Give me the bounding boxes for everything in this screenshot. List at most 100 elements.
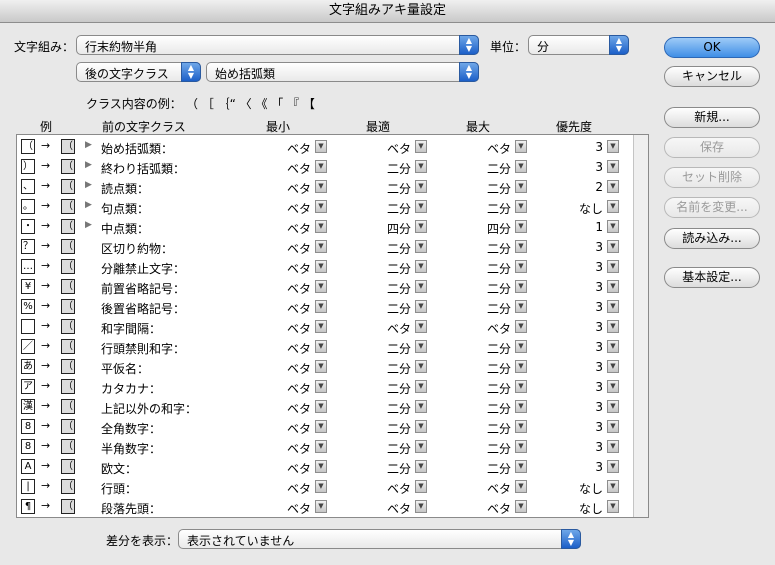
max-select[interactable]: 二分 ▼ bbox=[455, 340, 527, 357]
priority-select[interactable]: 3 ▼ bbox=[547, 460, 619, 474]
unit-select[interactable]: 分 ▲ ▼ bbox=[528, 35, 629, 55]
priority-select[interactable]: 3 ▼ bbox=[547, 440, 619, 454]
table-row[interactable]: 8 → （全角数字： ベタ ▼ 二分 ▼ 二分 ▼ 3 ▼ bbox=[17, 417, 635, 437]
opt-select[interactable]: ベタ ▼ bbox=[355, 480, 427, 497]
disclosure-triangle-icon[interactable]: ▶ bbox=[85, 180, 92, 190]
table-row[interactable]: ¶ → （ 段落先頭： ベタ ▼ ベタ ▼ ベタ ▼ なし ▼ bbox=[17, 497, 635, 517]
table-row[interactable]: 8 → （半角数字： ベタ ▼ 二分 ▼ 二分 ▼ 3 ▼ bbox=[17, 437, 635, 457]
priority-select[interactable]: 3 ▼ bbox=[547, 240, 619, 254]
opt-select[interactable]: 二分 ▼ bbox=[355, 440, 427, 457]
opt-select[interactable]: 二分 ▼ bbox=[355, 380, 427, 397]
min-select[interactable]: ベタ ▼ bbox=[255, 240, 327, 257]
min-select[interactable]: ベタ ▼ bbox=[255, 280, 327, 297]
priority-select[interactable]: 2 ▼ bbox=[547, 180, 619, 194]
max-select[interactable]: 二分 ▼ bbox=[455, 460, 527, 477]
table-row[interactable]: | → （ 行頭： ベタ ▼ ベタ ▼ ベタ ▼ なし ▼ bbox=[17, 477, 635, 497]
new-button[interactable]: 新規... bbox=[664, 107, 760, 128]
max-select[interactable]: ベタ ▼ bbox=[455, 500, 527, 517]
table-row[interactable]: ） → （▶ 終わり括弧類： ベタ ▼ 二分 ▼ 二分 ▼ 3 ▼ bbox=[17, 157, 635, 177]
opt-select[interactable]: 二分 ▼ bbox=[355, 160, 427, 177]
min-select[interactable]: ベタ ▼ bbox=[255, 220, 327, 237]
table-scrollbar[interactable] bbox=[633, 135, 648, 517]
min-select[interactable]: ベタ ▼ bbox=[255, 320, 327, 337]
min-select[interactable]: ベタ ▼ bbox=[255, 400, 327, 417]
min-select[interactable]: ベタ ▼ bbox=[255, 420, 327, 437]
opt-select[interactable]: ベタ ▼ bbox=[355, 140, 427, 157]
max-select[interactable]: 二分 ▼ bbox=[455, 180, 527, 197]
opt-select[interactable]: 二分 ▼ bbox=[355, 260, 427, 277]
min-select[interactable]: ベタ ▼ bbox=[255, 160, 327, 177]
opt-select[interactable]: 二分 ▼ bbox=[355, 420, 427, 437]
table-row[interactable]: A → （欧文： ベタ ▼ 二分 ▼ 二分 ▼ 3 ▼ bbox=[17, 457, 635, 477]
table-row[interactable]: ア → （カタカナ： ベタ ▼ 二分 ▼ 二分 ▼ 3 ▼ bbox=[17, 377, 635, 397]
ok-button[interactable]: OK bbox=[664, 37, 760, 58]
opt-select[interactable]: 二分 ▼ bbox=[355, 460, 427, 477]
table-row[interactable]: % → （後置省略記号： ベタ ▼ 二分 ▼ 二分 ▼ 3 ▼ bbox=[17, 297, 635, 317]
priority-select[interactable]: 3 ▼ bbox=[547, 280, 619, 294]
opt-select[interactable]: 二分 ▼ bbox=[355, 300, 427, 317]
table-row[interactable]: ¥ → （前置省略記号： ベタ ▼ 二分 ▼ 二分 ▼ 3 ▼ bbox=[17, 277, 635, 297]
max-select[interactable]: 二分 ▼ bbox=[455, 420, 527, 437]
max-select[interactable]: 二分 ▼ bbox=[455, 280, 527, 297]
delete-set-button[interactable]: セット削除 bbox=[664, 167, 760, 188]
disclosure-triangle-icon[interactable]: ▶ bbox=[85, 160, 92, 170]
opt-select[interactable]: 二分 ▼ bbox=[355, 200, 427, 217]
priority-select[interactable]: 3 ▼ bbox=[547, 380, 619, 394]
max-select[interactable]: ベタ ▼ bbox=[455, 480, 527, 497]
opt-select[interactable]: 二分 ▼ bbox=[355, 240, 427, 257]
max-select[interactable]: ベタ ▼ bbox=[455, 320, 527, 337]
priority-select[interactable]: 3 ▼ bbox=[547, 300, 619, 314]
opt-select[interactable]: 二分 ▼ bbox=[355, 340, 427, 357]
cancel-button[interactable]: キャンセル bbox=[664, 66, 760, 87]
table-row[interactable]: ／ → （行頭禁則和字： ベタ ▼ 二分 ▼ 二分 ▼ 3 ▼ bbox=[17, 337, 635, 357]
min-select[interactable]: ベタ ▼ bbox=[255, 340, 327, 357]
min-select[interactable]: ベタ ▼ bbox=[255, 380, 327, 397]
max-select[interactable]: ベタ ▼ bbox=[455, 140, 527, 157]
basic-settings-button[interactable]: 基本設定... bbox=[664, 267, 760, 288]
opt-select[interactable]: 二分 ▼ bbox=[355, 180, 427, 197]
opt-select[interactable]: ベタ ▼ bbox=[355, 320, 427, 337]
min-select[interactable]: ベタ ▼ bbox=[255, 140, 327, 157]
min-select[interactable]: ベタ ▼ bbox=[255, 360, 327, 377]
max-select[interactable]: 二分 ▼ bbox=[455, 440, 527, 457]
priority-select[interactable]: 3 ▼ bbox=[547, 420, 619, 434]
min-select[interactable]: ベタ ▼ bbox=[255, 300, 327, 317]
class-select[interactable]: 始め括弧類 ▲ ▼ bbox=[206, 62, 479, 82]
priority-select[interactable]: なし ▼ bbox=[547, 500, 619, 517]
priority-select[interactable]: 3 ▼ bbox=[547, 400, 619, 414]
min-select[interactable]: ベタ ▼ bbox=[255, 260, 327, 277]
max-select[interactable]: 二分 ▼ bbox=[455, 200, 527, 217]
after-class-select[interactable]: 後の文字クラス ▲ ▼ bbox=[76, 62, 201, 82]
min-select[interactable]: ベタ ▼ bbox=[255, 500, 327, 517]
save-button[interactable]: 保存 bbox=[664, 137, 760, 158]
max-select[interactable]: 四分 ▼ bbox=[455, 220, 527, 237]
mojigumi-select[interactable]: 行末約物半角 ▲ ▼ bbox=[76, 35, 479, 55]
disclosure-triangle-icon[interactable]: ▶ bbox=[85, 200, 92, 210]
priority-select[interactable]: なし ▼ bbox=[547, 200, 619, 217]
table-row[interactable]: 、 → （▶ 読点類： ベタ ▼ 二分 ▼ 二分 ▼ 2 ▼ bbox=[17, 177, 635, 197]
load-button[interactable]: 読み込み... bbox=[664, 228, 760, 249]
opt-select[interactable]: 二分 ▼ bbox=[355, 280, 427, 297]
diff-select[interactable]: 表示されていません ▲ ▼ bbox=[178, 529, 581, 549]
priority-select[interactable]: 3 ▼ bbox=[547, 340, 619, 354]
max-select[interactable]: 二分 ▼ bbox=[455, 160, 527, 177]
table-row[interactable]: 。 → （ ▶ 句点類： ベタ ▼ 二分 ▼ 二分 ▼ なし ▼ bbox=[17, 197, 635, 217]
min-select[interactable]: ベタ ▼ bbox=[255, 440, 327, 457]
priority-select[interactable]: 3 ▼ bbox=[547, 140, 619, 154]
opt-select[interactable]: ベタ ▼ bbox=[355, 500, 427, 517]
min-select[interactable]: ベタ ▼ bbox=[255, 480, 327, 497]
max-select[interactable]: 二分 ▼ bbox=[455, 300, 527, 317]
min-select[interactable]: ベタ ▼ bbox=[255, 200, 327, 217]
rename-button[interactable]: 名前を変更... bbox=[664, 197, 760, 218]
table-row[interactable]: 漢 → （上記以外の和字： ベタ ▼ 二分 ▼ 二分 ▼ 3 ▼ bbox=[17, 397, 635, 417]
table-row[interactable]: … → （分離禁止文字： ベタ ▼ 二分 ▼ 二分 ▼ 3 ▼ bbox=[17, 257, 635, 277]
max-select[interactable]: 二分 ▼ bbox=[455, 360, 527, 377]
table-row[interactable]: → （和字間隔： ベタ ▼ ベタ ▼ ベタ ▼ 3 ▼ bbox=[17, 317, 635, 337]
priority-select[interactable]: 3 ▼ bbox=[547, 260, 619, 274]
max-select[interactable]: 二分 ▼ bbox=[455, 260, 527, 277]
max-select[interactable]: 二分 ▼ bbox=[455, 380, 527, 397]
opt-select[interactable]: 二分 ▼ bbox=[355, 400, 427, 417]
table-row[interactable]: ・ → （▶ 中点類： ベタ ▼ 四分 ▼ 四分 ▼ 1 ▼ bbox=[17, 217, 635, 237]
table-row[interactable]: （→ （▶ 始め括弧類： ベタ ▼ ベタ ▼ ベタ ▼ 3 ▼ bbox=[17, 137, 635, 157]
table-row[interactable]: ？ → （区切り約物： ベタ ▼ 二分 ▼ 二分 ▼ 3 ▼ bbox=[17, 237, 635, 257]
